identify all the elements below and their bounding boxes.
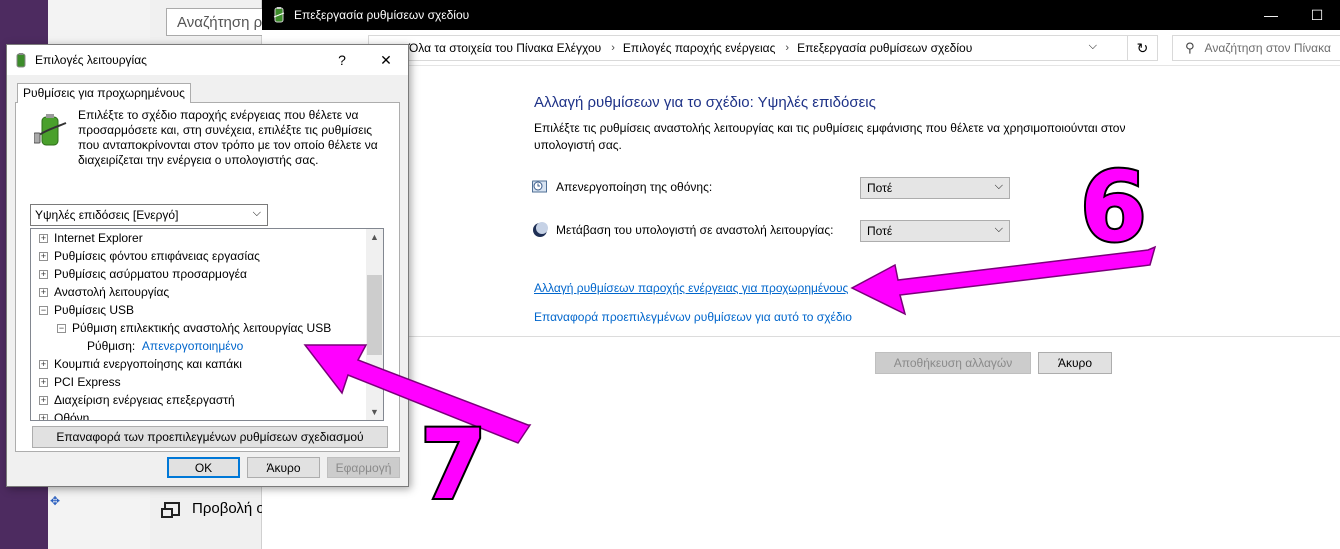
expand-icon[interactable]: +: [39, 377, 48, 387]
sleep-value: Ποτέ: [867, 224, 893, 238]
chevron-down-icon: ⌵: [994, 223, 1003, 235]
sleep-label: Μετάβαση του υπολογιστή σε αναστολή λειτ…: [556, 223, 834, 237]
refresh-icon: ↻: [1136, 39, 1149, 56]
window-titlebar: Επεξεργασία ρυθμίσεων σχεδίου — ☐: [262, 0, 1340, 30]
power-options-icon: [16, 52, 26, 67]
expand-icon[interactable]: +: [39, 233, 48, 243]
display-off-label: Απενεργοποίηση της οθόνης:: [556, 180, 713, 194]
page-title: Αλλαγή ρυθμίσεων για το σχέδιο: Υψηλές ε…: [534, 94, 876, 111]
chevron-right-icon: ›: [611, 42, 615, 54]
tree-item[interactable]: + Οθόνη: [39, 409, 90, 421]
tree-item[interactable]: + Διαχείριση ενέργειας επεξεργαστή: [39, 391, 235, 409]
breadcrumb-control-panel[interactable]: Όλα τα στοιχεία του Πίνακα Ελέγχου: [409, 41, 601, 55]
tree-item[interactable]: − Ρυθμίσεις USB: [39, 301, 134, 319]
power-options-icon: [273, 7, 285, 23]
display-menu-item[interactable]: Προβολή ο: [161, 500, 265, 518]
tree-item-label: Ρύθμιση επιλεκτικής αναστολής λειτουργία…: [72, 321, 332, 335]
display-off-select[interactable]: Ποτέ ⌵: [860, 177, 1010, 199]
expand-icon[interactable]: +: [39, 287, 48, 297]
chevron-down-icon[interactable]: ⌵: [1089, 40, 1097, 53]
restore-defaults-link[interactable]: Επαναφορά προεπιλεγμένων ρυθμίσεων για α…: [534, 310, 852, 324]
address-bar-row: Όλα τα στοιχεία του Πίνακα Ελέγχου › Επι…: [262, 30, 1340, 66]
display-label: Προβολή ο: [192, 500, 265, 517]
restore-plan-defaults-button[interactable]: Επαναφορά των προεπιλεγμένων ρυθμίσεων σ…: [32, 426, 388, 448]
plan-value: Υψηλές επιδόσεις [Ενεργό]: [35, 208, 179, 222]
search-placeholder: Αναζήτηση στον Πίνακα: [1204, 41, 1331, 55]
tree-item-label: Internet Explorer: [54, 231, 143, 245]
moon-icon: [533, 222, 548, 237]
dialog-titlebar: Επιλογές λειτουργίας ? ✕: [7, 45, 408, 75]
address-bar[interactable]: Όλα τα στοιχεία του Πίνακα Ελέγχου › Επι…: [368, 35, 1128, 61]
move-cursor-icon: ✥: [50, 494, 61, 508]
breadcrumb-edit-plan[interactable]: Επεξεργασία ρυθμίσεων σχεδίου: [797, 41, 972, 55]
expand-icon[interactable]: +: [39, 269, 48, 279]
expand-icon[interactable]: +: [39, 251, 48, 261]
display-clock-icon: [532, 180, 547, 193]
plan-select[interactable]: Υψηλές επιδόσεις [Ενεργό] ⌵: [30, 204, 268, 226]
sleep-select[interactable]: Ποτέ ⌵: [860, 220, 1010, 242]
tree-setting-value[interactable]: Απενεργοποιημένο: [142, 339, 243, 353]
tree-item-label: Κουμπιά ενεργοποίησης και καπάκι: [54, 357, 242, 371]
search-icon: ⚲: [1185, 40, 1195, 55]
display-off-setting: Απενεργοποίηση της οθόνης:: [532, 179, 712, 195]
tree-item[interactable]: − Ρύθμιση επιλεκτικής αναστολής λειτουργί…: [57, 319, 331, 337]
apply-button[interactable]: Εφαρμογή: [327, 457, 400, 478]
expand-icon[interactable]: +: [39, 413, 48, 420]
tree-item-label: Αναστολή λειτουργίας: [54, 285, 170, 299]
tree-item-label: Οθόνη: [54, 411, 90, 421]
collapse-icon[interactable]: −: [57, 323, 66, 333]
advanced-power-settings-link[interactable]: Αλλαγή ρυθμίσεων παροχής ενέργειας για π…: [534, 281, 848, 295]
sleep-setting: Μετάβαση του υπολογιστή σε αναστολή λειτ…: [532, 222, 833, 238]
chevron-down-icon: ⌵: [994, 180, 1003, 192]
scroll-down-icon[interactable]: ▼: [366, 404, 383, 420]
tree-scrollbar[interactable]: ▲ ▼: [366, 229, 383, 420]
display-icon: [161, 501, 180, 518]
dialog-cancel-button[interactable]: Άκυρο: [247, 457, 320, 478]
power-options-dialog: Επιλογές λειτουργίας ? ✕ Ρυθμίσεις για π…: [6, 44, 409, 487]
tree-item-label: Διαχείριση ενέργειας επεξεργαστή: [54, 393, 235, 407]
expand-icon[interactable]: +: [39, 395, 48, 405]
main-content: Αλλαγή ρυθμίσεων για το σχέδιο: Υψηλές ε…: [262, 66, 1340, 549]
battery-plan-icon: [34, 114, 67, 146]
dialog-title: Επιλογές λειτουργίας: [35, 53, 147, 67]
edit-plan-window: Επεξεργασία ρυθμίσεων σχεδίου — ☐ Όλα τα…: [262, 0, 1340, 549]
tree-item-label: Ρυθμίσεις φόντου επιφάνειας εργασίας: [54, 249, 260, 263]
tree-setting-label: Ρύθμιση:: [87, 339, 136, 353]
window-title: Επεξεργασία ρυθμίσεων σχεδίου: [294, 8, 470, 22]
tree-item[interactable]: + Ρυθμίσεις ασύρματου προσαρμογέα: [39, 265, 247, 283]
collapse-icon[interactable]: −: [39, 305, 48, 315]
chevron-right-icon: ›: [785, 42, 790, 54]
scroll-up-icon[interactable]: ▲: [366, 229, 383, 245]
tab-advanced-settings[interactable]: Ρυθμίσεις για προχωρημένους: [17, 83, 191, 103]
tree-item-label: Ρυθμίσεις USB: [54, 303, 135, 317]
tree-item[interactable]: + Internet Explorer: [39, 229, 143, 247]
tree-item[interactable]: + Ρυθμίσεις φόντου επιφάνειας εργασίας: [39, 247, 260, 265]
ok-button[interactable]: OK: [167, 457, 240, 478]
minimize-button[interactable]: —: [1248, 0, 1294, 30]
advanced-settings-panel: Επιλέξτε το σχέδιο παροχής ενέργειας που…: [15, 102, 400, 452]
scrollbar-thumb[interactable]: [367, 275, 382, 355]
breadcrumb-power-options[interactable]: Επιλογές παροχής ενέργειας: [623, 41, 775, 55]
tree-item-label: Ρυθμίσεις ασύρματου προσαρμογέα: [54, 267, 247, 281]
save-changes-button[interactable]: Αποθήκευση αλλαγών: [875, 352, 1031, 374]
dialog-description: Επιλέξτε το σχέδιο παροχής ενέργειας που…: [78, 108, 378, 167]
tree-item[interactable]: + Κουμπιά ενεργοποίησης και καπάκι: [39, 355, 242, 373]
display-off-value: Ποτέ: [867, 181, 893, 195]
cancel-button[interactable]: Άκυρο: [1038, 352, 1112, 374]
tree-setting-row[interactable]: Ρύθμιση: Απενεργοποιημένο: [87, 337, 243, 355]
tree-item-label: PCI Express: [54, 375, 121, 389]
divider: [262, 336, 1340, 337]
control-panel-search-input[interactable]: ⚲ Αναζήτηση στον Πίνακα: [1172, 35, 1340, 61]
tree-item[interactable]: + PCI Express: [39, 373, 121, 391]
refresh-button[interactable]: ↻: [1128, 35, 1158, 61]
tree-item[interactable]: + Αναστολή λειτουργίας: [39, 283, 169, 301]
settings-tree[interactable]: + Internet Explorer + Ρυθμίσεις φόντου επι…: [30, 228, 384, 421]
expand-icon[interactable]: +: [39, 359, 48, 369]
page-description: Επιλέξτε τις ρυθμίσεις αναστολής λειτουρ…: [534, 121, 1126, 152]
close-button[interactable]: ✕: [364, 45, 408, 75]
background-search-input[interactable]: Αναζήτηση ρ: [166, 8, 276, 36]
help-button[interactable]: ?: [320, 45, 364, 75]
chevron-down-icon: ⌵: [252, 207, 261, 219]
maximize-button[interactable]: ☐: [1294, 0, 1340, 30]
